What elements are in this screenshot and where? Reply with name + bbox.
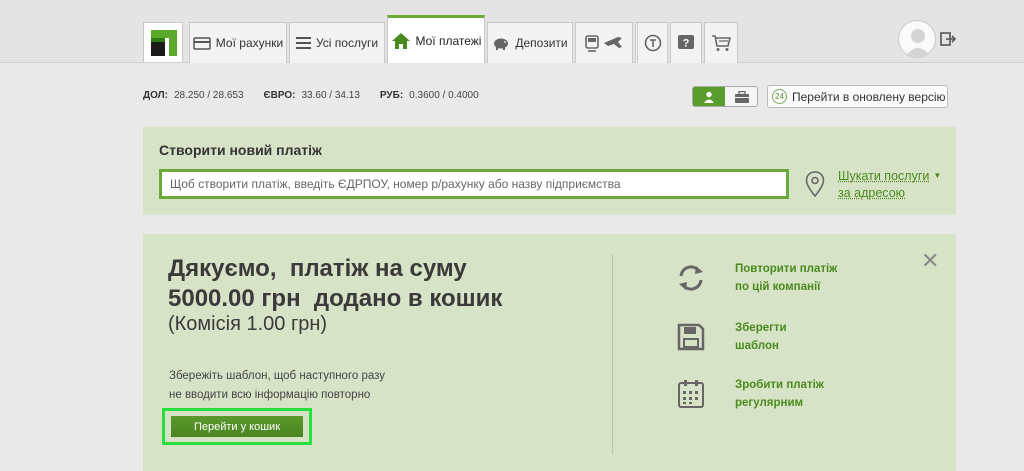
cart-button-highlight: Перейти у кошик (162, 408, 312, 445)
bank-logo[interactable] (143, 22, 183, 62)
briefcase-icon (734, 90, 749, 103)
find-by-address-link[interactable]: Шукати послуги ▼ за адресою (838, 167, 941, 202)
repeat-payment-action[interactable]: Повторити платіж по цій компанії (673, 260, 837, 296)
tab-transport[interactable] (575, 22, 633, 63)
save-icon (673, 323, 709, 351)
save-template-action[interactable]: Зберегти шаблон (673, 319, 787, 355)
tab-currency[interactable] (637, 22, 668, 63)
person-icon (704, 91, 714, 103)
personal-mode-button[interactable] (693, 87, 725, 106)
user-icon (905, 29, 931, 57)
create-payment-title: Створити новий платіж (159, 142, 322, 158)
rate-value: 28.250 / 28.653 (174, 90, 244, 101)
tab-label: Мої платежі (415, 33, 482, 48)
badge-24-icon: 24 (772, 89, 787, 104)
repeat-icon (673, 263, 709, 293)
logo-icon (151, 30, 177, 56)
logout-icon (940, 32, 957, 46)
location-pin-icon[interactable] (805, 171, 825, 202)
tab-label: Депозити (515, 36, 568, 50)
recurring-payment-action[interactable]: Зробити платіж регулярним (673, 376, 824, 412)
logout-button[interactable] (940, 31, 957, 52)
rate-currency: ДОЛ: (143, 90, 168, 101)
top-navigation: Мої рахунки Усі послуги Мої платежі Депо… (0, 0, 1024, 63)
new-version-button[interactable]: 24 Перейти в оновлену версію (767, 85, 948, 108)
piggy-bank-icon (492, 36, 510, 50)
tab-help[interactable]: ? (670, 22, 702, 63)
transport-icon (584, 33, 624, 53)
help-icon: ? (677, 34, 695, 52)
action-line1: Зробити платіж (735, 379, 824, 391)
list-icon (295, 37, 311, 49)
repeat-payment-label: Повторити платіж по цій компанії (735, 260, 837, 296)
tab-my-payments[interactable]: Мої платежі (387, 15, 485, 63)
recurring-payment-label: Зробити платіж регулярним (735, 376, 824, 412)
currency-icon (644, 34, 662, 52)
success-line2: 5000.00 грн додано в кошик (168, 285, 503, 312)
tab-cart[interactable] (704, 22, 738, 63)
exchange-rates: ДОЛ: 28.250 / 28.653 ЄВРО: 33.60 / 34.13… (143, 90, 493, 101)
rate-value: 0.3600 / 0.4000 (409, 90, 479, 101)
hint-line1: Збережіть шаблон, щоб наступного разу (169, 370, 386, 382)
rate-currency: ЄВРО: (263, 90, 296, 101)
save-template-hint: Збережіть шаблон, щоб наступного разу не… (169, 367, 385, 405)
business-mode-button[interactable] (726, 87, 757, 106)
cart-icon (711, 34, 731, 52)
success-line1: Дякуємо, платіж на суму (168, 255, 467, 282)
action-line2: регулярним (735, 397, 804, 409)
find-link-line1: Шукати послуги (838, 169, 930, 183)
chevron-down-icon: ▼ (933, 171, 942, 180)
create-payment-panel: Створити новий платіж Шукати послуги▼ за… (143, 127, 956, 215)
rate-currency: РУБ: (379, 90, 404, 101)
svg-text:?: ? (683, 38, 690, 50)
calendar-icon (673, 379, 709, 409)
save-template-label: Зберегти шаблон (735, 319, 787, 355)
hint-line2: не вводити всю інформацію повторно (169, 389, 371, 401)
user-avatar[interactable] (898, 20, 936, 58)
tab-all-services[interactable]: Усі послуги (289, 22, 385, 63)
payment-search-input[interactable] (159, 169, 789, 199)
commission-text: (Комісія 1.00 грн) (168, 313, 328, 335)
tab-label: Мої рахунки (215, 36, 284, 50)
home-icon (391, 32, 411, 50)
tab-my-accounts[interactable]: Мої рахунки (189, 22, 287, 63)
action-line2: по цій компанії (735, 281, 821, 293)
action-line1: Зберегти (735, 322, 787, 334)
go-to-cart-button[interactable]: Перейти у кошик (171, 416, 303, 437)
card-icon (193, 36, 211, 50)
find-link-line2: за адресою (838, 186, 906, 200)
account-mode-switch[interactable] (692, 86, 758, 107)
tab-deposits[interactable]: Депозити (487, 22, 573, 63)
success-heading: Дякуємо, платіж на суму 5000.00 грн дода… (168, 254, 502, 314)
new-version-label: Перейти в оновлену версію (792, 89, 946, 104)
payment-success-panel: Дякуємо, платіж на суму 5000.00 грн дода… (143, 234, 956, 471)
action-line2: шаблон (735, 340, 779, 352)
close-icon[interactable]: ✕ (921, 248, 939, 274)
rate-value: 33.60 / 34.13 (301, 90, 360, 101)
tab-label: Усі послуги (315, 36, 379, 50)
action-line1: Повторити платіж (735, 263, 838, 275)
panel-divider (612, 254, 613, 454)
